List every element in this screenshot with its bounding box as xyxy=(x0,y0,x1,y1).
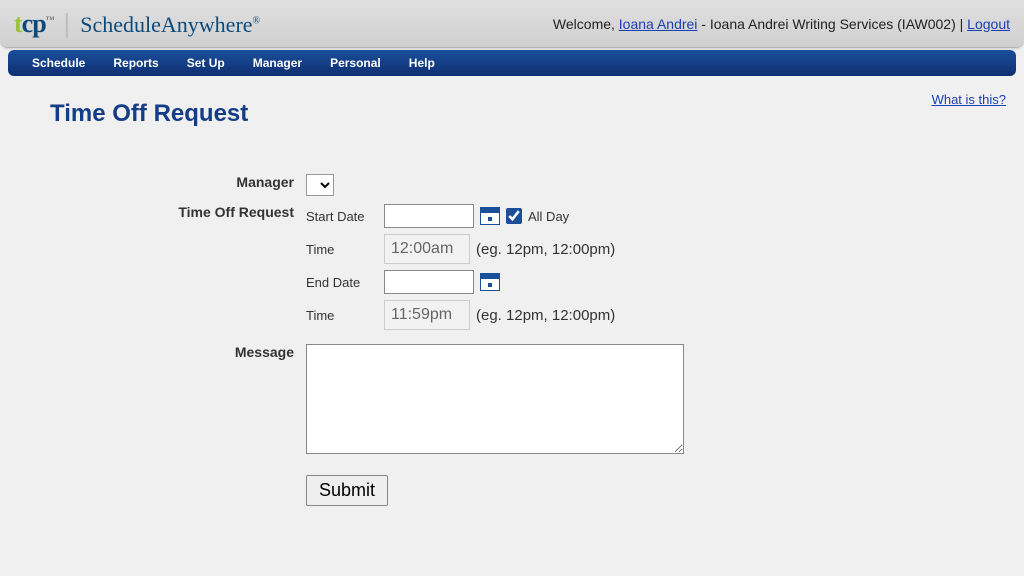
nav-bar: Schedule Reports Set Up Manager Personal… xyxy=(8,50,1016,76)
logo: tcp™ | ScheduleAnywhere® xyxy=(14,8,260,39)
label-manager: Manager xyxy=(100,172,300,198)
start-date-input[interactable] xyxy=(384,204,474,228)
org-text: - Ioana Andrei Writing Services (IAW002)… xyxy=(697,16,967,32)
logo-scheduleanywhere: ScheduleAnywhere® xyxy=(80,12,260,38)
all-day-checkbox[interactable] xyxy=(506,208,522,224)
label-end-date: End Date xyxy=(306,275,378,290)
time-off-form: Manager Time Off Request Start Date All … xyxy=(100,168,690,512)
calendar-icon[interactable] xyxy=(480,207,500,225)
welcome-text: Welcome, Ioana Andrei - Ioana Andrei Wri… xyxy=(553,16,1010,32)
logo-separator: | xyxy=(64,8,71,39)
start-time-hint: (eg. 12pm, 12:00pm) xyxy=(476,241,615,258)
logo-tcp: tcp™ xyxy=(14,9,54,39)
message-textarea[interactable] xyxy=(306,344,684,454)
calendar-icon[interactable] xyxy=(480,273,500,291)
nav-reports[interactable]: Reports xyxy=(99,51,172,75)
end-time-input[interactable] xyxy=(384,300,470,330)
top-bar: tcp™ | ScheduleAnywhere® Welcome, Ioana … xyxy=(0,0,1024,48)
nav-help[interactable]: Help xyxy=(395,51,449,75)
end-date-input[interactable] xyxy=(384,270,474,294)
manager-select[interactable] xyxy=(306,174,334,196)
submit-button[interactable]: Submit xyxy=(306,475,388,506)
nav-setup[interactable]: Set Up xyxy=(173,51,239,75)
logout-link[interactable]: Logout xyxy=(967,16,1010,32)
all-day-label: All Day xyxy=(528,209,569,224)
nav-manager[interactable]: Manager xyxy=(239,51,316,75)
label-time-off-request: Time Off Request xyxy=(100,202,300,338)
label-end-time: Time xyxy=(306,308,378,323)
nav-schedule[interactable]: Schedule xyxy=(18,51,99,75)
welcome-prefix: Welcome, xyxy=(553,16,619,32)
nav-personal[interactable]: Personal xyxy=(316,51,395,75)
user-link[interactable]: Ioana Andrei xyxy=(619,16,698,32)
end-time-hint: (eg. 12pm, 12:00pm) xyxy=(476,307,615,324)
label-start-date: Start Date xyxy=(306,209,378,224)
page-title: Time Off Request xyxy=(50,100,984,128)
what-is-this-link[interactable]: What is this? xyxy=(932,92,1006,107)
label-start-time: Time xyxy=(306,242,378,257)
main-content: What is this? Time Off Request Manager T… xyxy=(0,76,1024,512)
label-message: Message xyxy=(100,342,300,459)
start-time-input[interactable] xyxy=(384,234,470,264)
